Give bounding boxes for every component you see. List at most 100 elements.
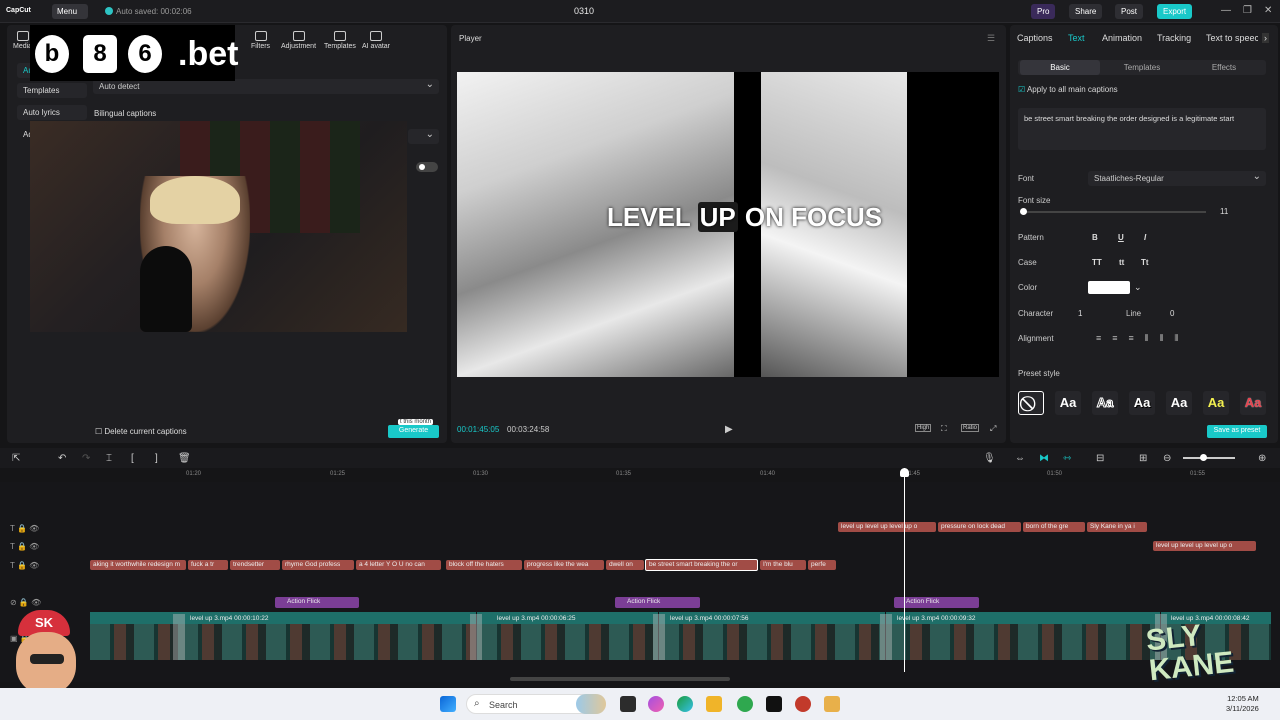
windows-start-icon[interactable] [440, 696, 456, 712]
select-tool-icon[interactable]: ⇱ [12, 453, 20, 464]
preset-3[interactable]: Aa [1129, 391, 1155, 415]
zoom-in-icon[interactable]: ⊕ [1258, 453, 1266, 464]
effect-clip[interactable]: Action Flick [615, 597, 700, 608]
tab-tracking[interactable]: Tracking [1157, 33, 1191, 43]
caption-clip[interactable]: dwell on [606, 560, 644, 570]
ratio-button[interactable]: Ratio [961, 424, 980, 432]
pro-button[interactable]: Pro [1031, 4, 1056, 19]
subtab-basic[interactable]: Basic [1020, 60, 1100, 75]
bold-button[interactable]: B [1092, 233, 1098, 242]
app-icon-notes[interactable] [824, 696, 840, 712]
post-button[interactable]: Post [1115, 4, 1144, 19]
fullscreen-icon[interactable]: ⤢ [990, 424, 996, 434]
playhead[interactable] [900, 468, 909, 672]
tab-animation[interactable]: Animation [1102, 33, 1142, 43]
underline-button[interactable]: U [1118, 233, 1124, 242]
caption-clip[interactable]: level up level up level up o [1153, 541, 1256, 551]
caption-clip-selected[interactable]: be street smart breaking the or [645, 559, 758, 571]
video-preview[interactable]: LEVEL UP ON FOCUS [457, 72, 999, 377]
share-button[interactable]: Share [1069, 4, 1103, 19]
caption-clip[interactable]: block off the haters [446, 560, 522, 570]
character-value[interactable]: 1 [1078, 309, 1082, 318]
effect-clip[interactable]: Action Flick [275, 597, 359, 608]
app-icon-green[interactable] [737, 696, 753, 712]
font-size-slider[interactable] [1022, 211, 1206, 213]
apply-all-checkbox[interactable]: ☑ Apply to all main captions [1018, 85, 1118, 94]
option-toggle[interactable] [416, 162, 438, 172]
play-icon[interactable]: ▶ [725, 424, 733, 435]
copilot-icon[interactable] [648, 696, 664, 712]
transition-marker[interactable] [470, 614, 482, 660]
save-preset-button[interactable]: Save as preset [1207, 425, 1267, 438]
caption-clip[interactable]: fuck a tr [188, 560, 228, 570]
magnet-icon[interactable]: ⧓ [1039, 453, 1049, 464]
tab-text[interactable]: Text [1068, 33, 1085, 43]
side-templates[interactable]: Templates [17, 83, 87, 98]
caption-clip[interactable]: I'm the blu [760, 560, 806, 570]
mic-icon[interactable]: 🎙 [983, 453, 996, 464]
language-select[interactable]: Auto detect [93, 79, 439, 94]
font-size-handle[interactable] [1020, 208, 1027, 215]
caption-clip[interactable]: aking it worthwhile redesign m [90, 560, 186, 570]
caption-icon[interactable]: ⊞ [1139, 453, 1147, 464]
redo-icon[interactable]: ↷ [82, 453, 90, 464]
caption-clip[interactable]: born of the gre [1023, 522, 1085, 532]
maximize-icon[interactable]: ❐ [1243, 5, 1252, 16]
caption-clip[interactable]: progress like the wea [524, 560, 604, 570]
crop-icon[interactable]: ⛶ [941, 424, 947, 434]
caption-clip[interactable]: level up level up level up o [838, 522, 936, 532]
font-size-value[interactable]: 11 [1220, 207, 1228, 216]
undo-icon[interactable]: ↶ [58, 453, 66, 464]
capcut-icon[interactable] [766, 696, 782, 712]
app-icon-red[interactable] [795, 696, 811, 712]
preset-none-icon[interactable]: ⃠ [1018, 391, 1044, 415]
zoom-handle[interactable] [1200, 454, 1207, 461]
tabs-next-icon[interactable]: › [1262, 33, 1269, 43]
bilingual-select[interactable] [408, 129, 439, 144]
quality-button[interactable]: High [915, 424, 932, 432]
caption-clip[interactable]: trendsetter [230, 560, 280, 570]
subtab-effects[interactable]: Effects [1184, 60, 1264, 75]
tab-text-to-speech[interactable]: Text to speech [1206, 33, 1258, 43]
transition-marker[interactable] [880, 614, 892, 660]
preset-1[interactable]: Aa [1055, 391, 1081, 415]
preset-4[interactable]: Aa [1166, 391, 1192, 415]
timeline-scrollbar[interactable] [510, 677, 730, 681]
close-icon[interactable]: ✕ [1264, 5, 1272, 16]
side-auto-lyrics[interactable]: Auto lyrics [17, 105, 87, 120]
case-lower[interactable]: tt [1119, 258, 1124, 267]
timeline-ruler[interactable]: 01:20 01:25 01:30 01:35 01:40 01:45 01:5… [90, 470, 1280, 482]
alignment-buttons[interactable]: ≡≡≡⫴⫴⫴ [1096, 333, 1189, 344]
link-icon[interactable]: ⇔ [1015, 453, 1025, 464]
delete-captions-checkbox[interactable]: ☐ Delete current captions [95, 427, 187, 436]
transition-marker[interactable] [173, 614, 185, 660]
color-swatch[interactable] [1088, 281, 1130, 294]
video-clip[interactable] [90, 612, 476, 660]
file-explorer-icon[interactable] [706, 696, 722, 712]
caption-clip[interactable]: pressure on lock dead [938, 522, 1021, 532]
caption-clip[interactable]: rhyme God profess [282, 560, 354, 570]
delete-icon[interactable]: 🗑 [178, 453, 191, 464]
italic-button[interactable]: I [1144, 233, 1146, 242]
preset-2[interactable]: Aa [1092, 391, 1118, 415]
subtab-templates[interactable]: Templates [1102, 60, 1182, 75]
preview-axis-icon[interactable]: ⊟ [1096, 453, 1104, 464]
tool-filters[interactable]: Filters [251, 31, 270, 50]
zoom-out-icon[interactable]: ⊖ [1163, 453, 1171, 464]
widget-icon[interactable] [576, 694, 606, 714]
task-view-icon[interactable] [620, 696, 636, 712]
minimize-icon[interactable]: — [1221, 5, 1231, 16]
tab-captions[interactable]: Captions [1017, 33, 1053, 43]
caption-overlay[interactable]: LEVEL UP ON FOCUS [607, 202, 882, 233]
generate-button[interactable]: Generate [388, 425, 439, 438]
transition-marker[interactable] [653, 614, 665, 660]
trim-left-icon[interactable]: [ [131, 453, 134, 464]
trim-right-icon[interactable]: ] [155, 453, 158, 464]
case-title[interactable]: Tt [1141, 258, 1149, 267]
preset-6[interactable]: Aa [1240, 391, 1266, 415]
tool-ai-avatar[interactable]: AI avatar [362, 31, 390, 50]
edge-icon[interactable] [677, 696, 693, 712]
zoom-slider[interactable] [1183, 457, 1235, 459]
line-value[interactable]: 0 [1170, 309, 1174, 318]
case-upper[interactable]: TT [1092, 258, 1102, 267]
